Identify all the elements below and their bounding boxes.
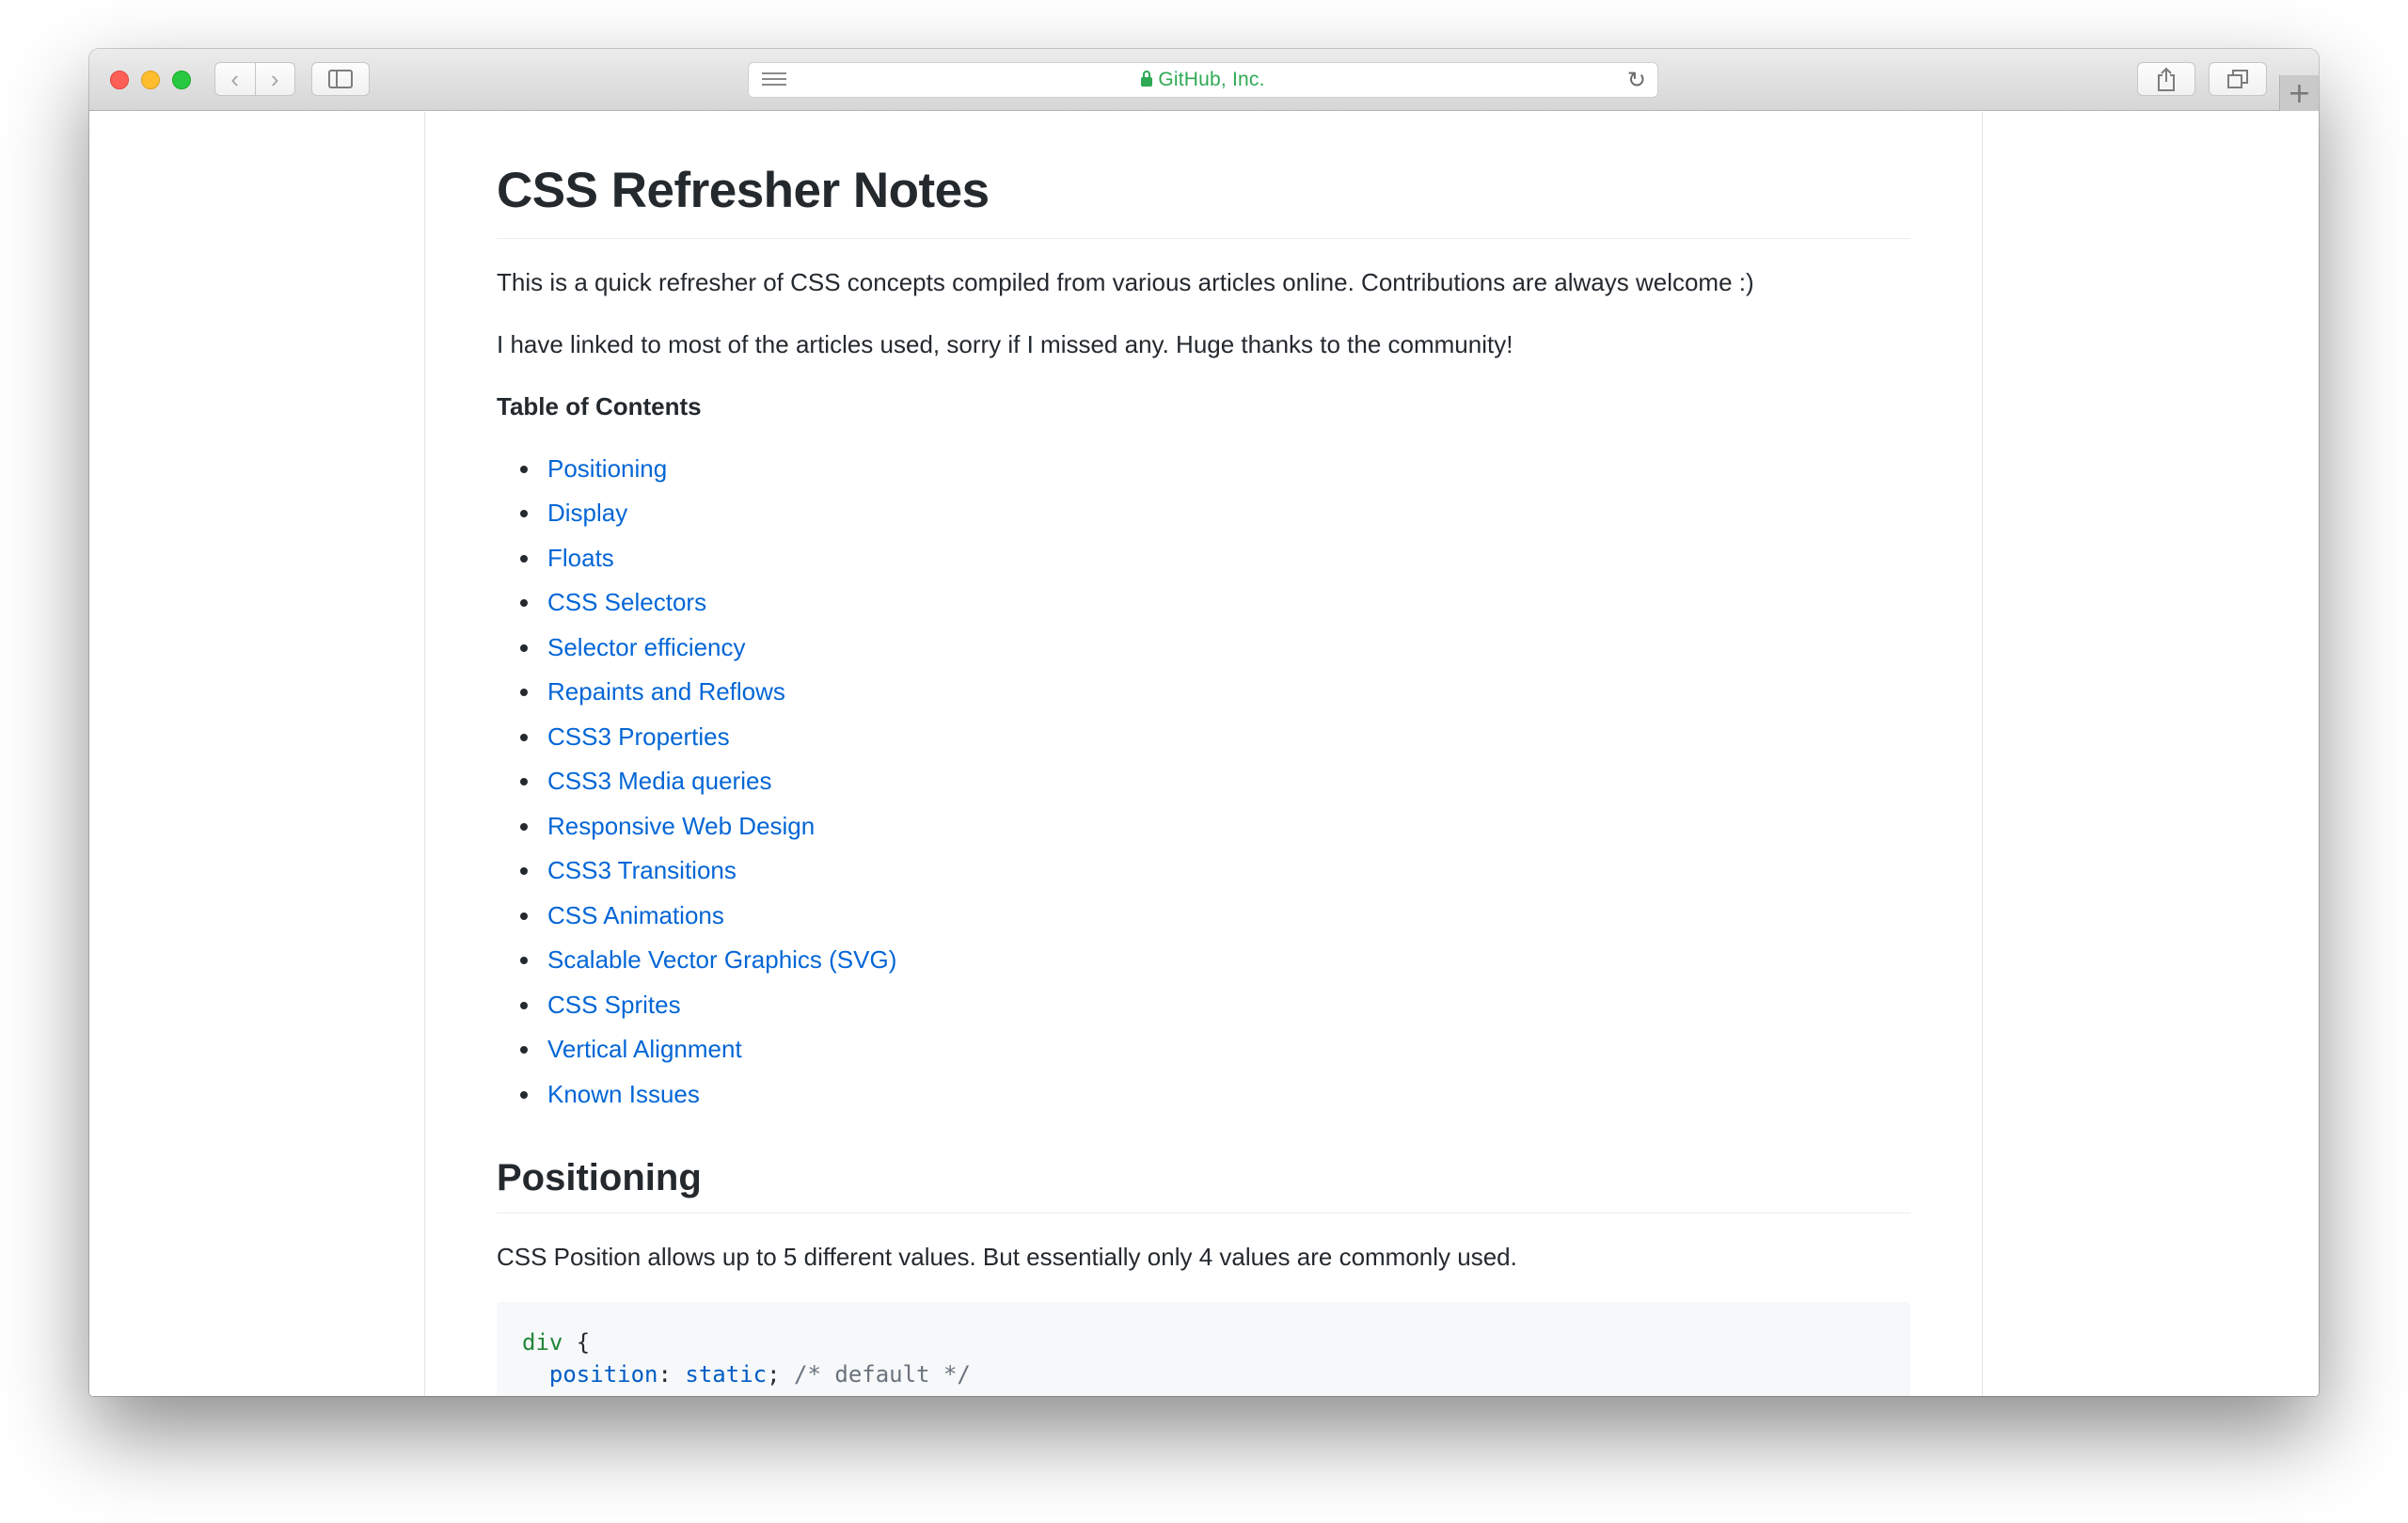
forward-icon[interactable]: › <box>256 63 295 95</box>
toc-item: Positioning <box>520 447 1910 492</box>
toc-item: Vertical Alignment <box>520 1027 1910 1072</box>
toc-link-vertical-alignment[interactable]: Vertical Alignment <box>547 1035 742 1063</box>
tabs-button[interactable] <box>2209 62 2267 96</box>
code-semicolon: ; <box>767 1361 795 1388</box>
back-icon[interactable]: ‹ <box>215 63 256 95</box>
toc-link-css-animations[interactable]: CSS Animations <box>547 901 724 929</box>
browser-window: ‹ › GitHub, Inc. ↻ + CSS Refresher Notes… <box>89 49 2319 1396</box>
toc-item: CSS Animations <box>520 894 1910 939</box>
toc-link-css3-properties[interactable]: CSS3 Properties <box>547 722 730 751</box>
toc-link-floats[interactable]: Floats <box>547 544 614 572</box>
code-comment: /* default */ <box>794 1361 971 1388</box>
toc-item: CSS3 Properties <box>520 715 1910 760</box>
code-brace: { <box>562 1329 591 1356</box>
toc-link-responsive-web-design[interactable]: Responsive Web Design <box>547 812 815 840</box>
intro-paragraph-1: This is a quick refresher of CSS concept… <box>497 267 1754 296</box>
code-colon: : <box>657 1361 686 1388</box>
toc-link-selector-efficiency[interactable]: Selector efficiency <box>547 633 746 661</box>
maximize-icon[interactable] <box>172 71 191 89</box>
share-icon <box>2158 67 2175 91</box>
url-text: GitHub, Inc. <box>1158 69 1265 90</box>
toc-item: Scalable Vector Graphics (SVG) <box>520 938 1910 983</box>
toc-link-css-selectors[interactable]: CSS Selectors <box>547 588 706 616</box>
section-heading-positioning: Positioning <box>497 1154 1910 1214</box>
navigation-buttons: ‹ › <box>214 62 295 96</box>
code-selector: div <box>522 1329 563 1356</box>
section-paragraph: CSS Position allows up to 5 different va… <box>497 1243 1517 1272</box>
toc-item: CSS Selectors <box>520 580 1910 626</box>
toc-link-repaints-reflows[interactable]: Repaints and Reflows <box>547 677 785 706</box>
reload-icon[interactable]: ↻ <box>1627 67 1646 93</box>
url-display: GitHub, Inc. <box>749 63 1657 97</box>
toc-item: CSS Sprites <box>520 983 1910 1028</box>
page-title: CSS Refresher Notes <box>497 161 1910 239</box>
toc-link-css3-transitions[interactable]: CSS3 Transitions <box>547 856 737 884</box>
toc-link-known-issues[interactable]: Known Issues <box>547 1080 700 1108</box>
tabs-icon <box>2227 70 2248 88</box>
toc-item: Repaints and Reflows <box>520 670 1910 715</box>
code-value: static <box>685 1361 768 1388</box>
toc-link-css-sprites[interactable]: CSS Sprites <box>547 991 681 1019</box>
toc-heading: Table of Contents <box>497 391 702 420</box>
new-tab-icon[interactable]: + <box>2279 75 2319 111</box>
toc-link-positioning[interactable]: Positioning <box>547 454 667 483</box>
toc-link-svg[interactable]: Scalable Vector Graphics (SVG) <box>547 945 896 974</box>
page-viewport: CSS Refresher Notes This is a quick refr… <box>89 112 2319 1396</box>
readme-article: CSS Refresher Notes This is a quick refr… <box>424 112 1983 1396</box>
browser-toolbar: ‹ › GitHub, Inc. ↻ + <box>89 49 2319 111</box>
toc-item: Known Issues <box>520 1072 1910 1118</box>
lock-icon <box>1141 71 1153 87</box>
toc-item: CSS3 Transitions <box>520 849 1910 894</box>
toc-item: Selector efficiency <box>520 626 1910 671</box>
intro-paragraph-2: I have linked to most of the articles us… <box>497 329 1513 358</box>
close-icon[interactable] <box>110 71 129 89</box>
toc-item: CSS3 Media queries <box>520 759 1910 804</box>
table-of-contents: Positioning Display Floats CSS Selectors… <box>497 447 1910 1118</box>
share-button[interactable] <box>2137 62 2195 96</box>
sidebar-button[interactable] <box>311 62 370 96</box>
minimize-icon[interactable] <box>141 71 160 89</box>
toc-item: Display <box>520 491 1910 536</box>
toc-link-display[interactable]: Display <box>547 499 627 527</box>
sidebar-icon <box>328 70 353 88</box>
code-block: div { position: static; /* default */ <box>497 1302 1910 1396</box>
code-property: position <box>548 1361 658 1388</box>
toc-item: Floats <box>520 536 1910 581</box>
address-bar[interactable]: GitHub, Inc. ↻ <box>748 62 1658 98</box>
toc-link-css3-media-queries[interactable]: CSS3 Media queries <box>547 767 771 795</box>
toc-item: Responsive Web Design <box>520 804 1910 849</box>
